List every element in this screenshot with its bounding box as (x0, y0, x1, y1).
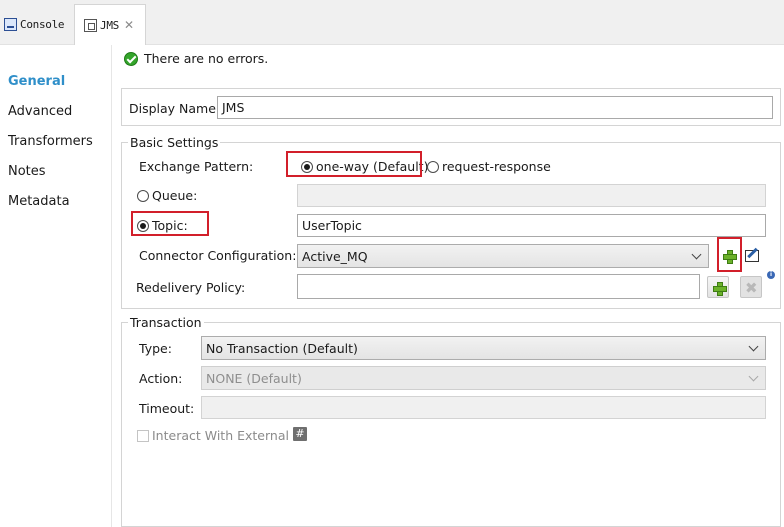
add-connector-icon[interactable] (723, 250, 737, 264)
display-name-label: Display Name: (129, 101, 221, 116)
topic-input[interactable]: UserTopic (297, 214, 766, 237)
delete-icon: ✖ (745, 279, 758, 297)
hash-icon: # (293, 427, 307, 441)
queue-label: Queue: (152, 188, 198, 203)
check-circle-icon (124, 51, 138, 66)
properties-sidebar: General Advanced Transformers Notes Meta… (0, 45, 112, 527)
connector-configuration-label: Connector Configuration: (139, 248, 297, 263)
sidebar-item-general[interactable]: General (8, 74, 65, 89)
transaction-type-value: No Transaction (Default) (206, 340, 358, 356)
chevron-down-icon (748, 371, 759, 381)
exchange-pattern-label: Exchange Pattern: (139, 159, 254, 174)
transaction-timeout-label: Timeout: (139, 401, 195, 416)
queue-input[interactable] (297, 184, 766, 207)
topic-label: Topic: (152, 218, 188, 233)
one-way-label: one-way (Default) (316, 159, 429, 174)
display-name-input[interactable]: JMS (217, 96, 773, 119)
add-redelivery-policy-button[interactable] (707, 276, 729, 298)
request-response-label: request-response (442, 159, 551, 174)
edit-connector-icon[interactable] (745, 250, 759, 262)
topic-radio[interactable]: Topic: (137, 218, 188, 233)
checkbox-box (137, 429, 149, 442)
transaction-type-select[interactable]: No Transaction (Default) (201, 336, 766, 360)
redelivery-policy-input[interactable] (297, 274, 700, 299)
transaction-type-label: Type: (139, 341, 172, 356)
tab-jms-label: JMS (100, 18, 119, 32)
transaction-action-select[interactable]: NONE (Default) (201, 366, 766, 390)
sidebar-item-metadata[interactable]: Metadata (8, 194, 70, 209)
one-way-radio[interactable]: one-way (Default) (301, 159, 428, 174)
tab-console[interactable]: Console (0, 4, 74, 45)
chevron-down-icon (691, 249, 702, 259)
tab-jms[interactable]: JMS ✕ (74, 4, 146, 45)
redelivery-policy-label: Redelivery Policy: (136, 280, 246, 295)
interact-with-external-label: Interact With External (152, 428, 289, 443)
transaction-title: Transaction (128, 315, 204, 330)
basic-settings-title: Basic Settings (128, 135, 221, 150)
close-icon[interactable]: ✕ (124, 18, 134, 32)
transaction-action-value: NONE (Default) (206, 370, 302, 386)
interact-with-external-checkbox[interactable]: Interact With External (137, 428, 289, 443)
radio-unselected-icon (427, 160, 439, 173)
queue-radio[interactable]: Queue: (137, 188, 197, 203)
jms-endpoint-icon (84, 18, 97, 32)
sidebar-item-advanced[interactable]: Advanced (8, 104, 72, 119)
request-response-radio[interactable]: request-response (427, 159, 551, 174)
chevron-down-icon (748, 341, 759, 351)
sidebar-item-transformers[interactable]: Transformers (8, 134, 93, 149)
radio-selected-icon (301, 160, 313, 173)
status-text: There are no errors. (144, 51, 269, 66)
console-icon (4, 18, 17, 31)
sidebar-item-notes[interactable]: Notes (8, 164, 46, 179)
validation-status: There are no errors. (124, 51, 268, 66)
tab-console-label: Console (20, 18, 65, 31)
connector-configuration-select[interactable]: Active_MQ (297, 244, 709, 268)
connector-configuration-value: Active_MQ (302, 248, 368, 264)
radio-selected-icon (137, 219, 149, 232)
transaction-timeout-input[interactable] (201, 396, 766, 419)
remove-redelivery-policy-button[interactable]: ✖ (740, 276, 762, 298)
radio-unselected-icon (137, 189, 149, 202)
editor-tab-bar: Console JMS ✕ (0, 0, 784, 45)
transaction-action-label: Action: (139, 371, 183, 386)
plus-icon (713, 282, 727, 296)
info-icon: i (767, 271, 775, 279)
